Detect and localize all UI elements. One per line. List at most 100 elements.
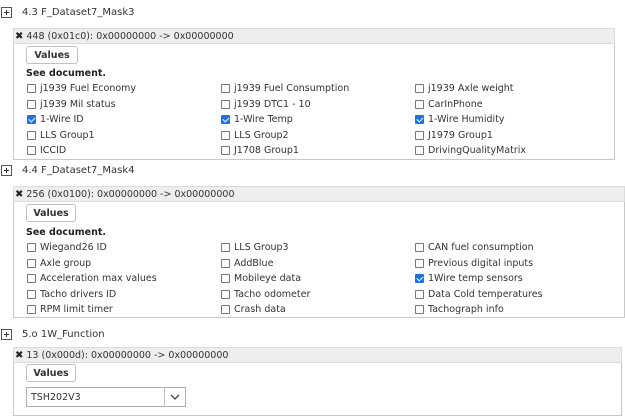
checkbox-option[interactable]: LLS Group1 [27,130,95,141]
checkbox-option[interactable]: j1939 Axle weight [415,83,514,94]
checkbox-option[interactable]: 1-Wire Temp [221,114,293,125]
checkbox-option[interactable]: Axle group [27,258,91,269]
checkbox-checked[interactable] [415,274,424,283]
expand-icon[interactable] [1,328,12,340]
checkbox-option[interactable]: j1939 DTC1 - 10 [221,99,311,110]
checkbox-option[interactable]: Mobileye data [221,273,301,284]
checkbox-option[interactable]: DrivingQualityMatrix [415,145,526,156]
checkbox-label: Mobileye data [234,273,302,284]
checkbox-option[interactable]: j1939 Fuel Consumption [221,83,349,94]
close-icon[interactable]: ✖ [15,350,23,361]
checkbox-option[interactable]: CAN fuel consumption [415,242,534,253]
values-tab[interactable]: Values [26,364,76,382]
values-tab[interactable]: Values [26,46,78,64]
checkbox-unchecked[interactable] [221,258,230,268]
checkbox-unchecked[interactable] [221,274,230,283]
checkbox-unchecked[interactable] [221,130,230,140]
see-document-note: See document. [26,227,107,238]
function-select[interactable]: TSH202V3 [26,387,186,407]
checkbox-label: j1939 Fuel Economy [40,83,137,94]
checkbox-label: Data Cold temperatures [428,288,543,300]
checkbox-unchecked[interactable] [221,84,230,93]
checkbox-label: Tachograph info [428,304,504,315]
checkbox-option[interactable]: Tachograph info [415,304,504,315]
checkbox-option[interactable]: Tacho drivers ID [27,289,116,300]
checkbox-option[interactable]: LLS Group3 [221,242,289,253]
checkbox-unchecked[interactable] [27,243,36,252]
checkbox-unchecked[interactable] [415,99,424,109]
checkbox-unchecked[interactable] [27,84,36,93]
see-document-note: See document. [26,68,107,79]
section-title: 5.o 1W_Function [22,328,105,340]
checkbox-unchecked[interactable] [221,289,230,299]
checkbox-unchecked[interactable] [415,305,424,314]
checkbox-unchecked[interactable] [221,146,230,155]
checkbox-unchecked[interactable] [415,289,424,299]
checkbox-option[interactable]: ICCID [27,145,66,156]
checkbox-unchecked[interactable] [27,305,36,314]
checkbox-unchecked[interactable] [415,84,424,93]
checkbox-label: j1939 DTC1 - 10 [234,98,311,110]
checkbox-option[interactable]: 1-Wire ID [27,114,84,125]
checkbox-unchecked[interactable] [27,130,36,140]
checkbox-label: LLS Group2 [234,129,289,141]
checkbox-option[interactable]: j1939 Mil status [27,99,116,110]
checkbox-option[interactable]: LLS Group2 [221,130,289,141]
checkbox-option[interactable]: AddBlue [221,258,273,269]
checkbox-label: 1Wire temp sensors [428,273,523,284]
checkbox-checked[interactable] [415,115,424,124]
checkbox-label: Wiegand26 ID [40,242,107,253]
checkbox-unchecked[interactable] [221,243,230,252]
checkbox-option[interactable]: Wiegand26 ID [27,242,107,253]
item-bar: ✖ 13 (0x000d): 0x00000000 -> 0x00000000 [13,347,622,363]
checkbox-option[interactable]: CarInPhone [415,99,483,110]
checkbox-label: LLS Group3 [234,242,289,253]
checkbox-unchecked[interactable] [27,274,36,283]
section-header-mask3: 4.3 F_Dataset7_Mask3 [0,2,134,22]
checkbox-unchecked[interactable] [415,258,424,268]
checkbox-option[interactable]: J1708 Group1 [221,145,299,156]
checkbox-option[interactable]: Crash data [221,304,286,315]
checkbox-label: j1939 Fuel Consumption [234,83,350,94]
checkbox-unchecked[interactable] [27,99,36,109]
chevron-down-icon[interactable] [164,388,185,406]
checkbox-unchecked[interactable] [221,305,230,314]
checkbox-label: LLS Group1 [40,129,95,141]
checkbox-label: Acceleration max values [40,273,157,284]
checkbox-option[interactable]: Previous digital inputs [415,258,533,269]
values-tab[interactable]: Values [26,204,76,222]
checkbox-label: j1939 Mil status [40,98,116,110]
values-panel: Values TSH202V3 [13,363,622,416]
checkbox-unchecked[interactable] [415,243,424,252]
expand-icon[interactable] [1,164,12,176]
checkbox-label: Tacho odometer [234,288,311,300]
checkbox-unchecked[interactable] [27,289,36,299]
checkbox-checked[interactable] [27,115,36,124]
checkbox-option[interactable]: Tacho odometer [221,289,310,300]
checkbox-unchecked[interactable] [415,130,424,140]
section-header-1w-function: 5.o 1W_Function [0,324,105,344]
close-icon[interactable]: ✖ [15,31,23,42]
item-bar: ✖ 448 (0x01c0): 0x00000000 -> 0x00000000 [13,28,615,44]
item-summary: 448 (0x01c0): 0x00000000 -> 0x00000000 [26,30,234,42]
item-summary: 13 (0x000d): 0x00000000 -> 0x00000000 [26,349,229,361]
checkbox-label: j1939 Axle weight [428,83,514,94]
checkbox-label: Crash data [234,304,286,315]
checkbox-unchecked[interactable] [221,99,230,109]
checkbox-unchecked[interactable] [415,146,424,155]
checkbox-option[interactable]: Data Cold temperatures [415,289,543,300]
checkbox-option[interactable]: J1979 Group1 [415,130,493,141]
expand-icon[interactable] [1,6,12,18]
checkbox-option[interactable]: RPM limit timer [27,304,113,315]
checkbox-label: CAN fuel consumption [428,242,534,253]
section-header-mask4: 4.4 F_Dataset7_Mask4 [0,160,134,180]
checkbox-unchecked[interactable] [27,146,36,155]
values-panel: Values See document. [13,202,625,318]
checkbox-option[interactable]: Acceleration max values [27,273,157,284]
checkbox-option[interactable]: 1Wire temp sensors [415,273,523,284]
checkbox-option[interactable]: 1-Wire Humidity [415,114,505,125]
close-icon[interactable]: ✖ [15,189,23,200]
checkbox-checked[interactable] [221,115,230,124]
checkbox-unchecked[interactable] [27,258,36,268]
checkbox-option[interactable]: j1939 Fuel Economy [27,83,136,94]
